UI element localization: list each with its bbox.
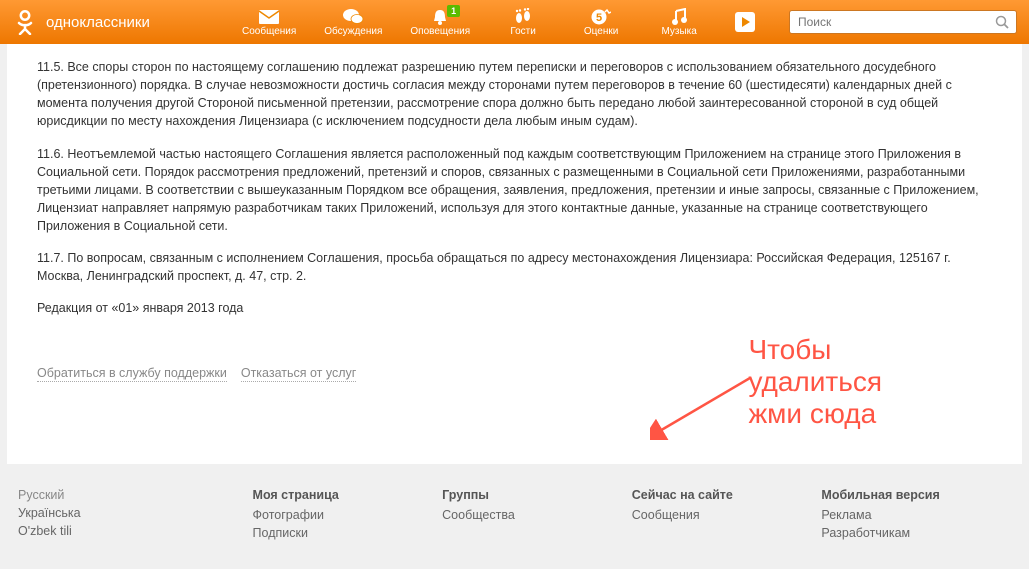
footer-messages[interactable]: Сообщения — [632, 508, 822, 522]
annotation-text: Чтобы удалиться жми сюда — [748, 334, 882, 431]
nav-ratings[interactable]: 5 Оценки — [576, 8, 626, 37]
edition-date: Редакция от «01» января 2013 года — [37, 299, 992, 317]
nav-label: Сообщения — [242, 27, 296, 37]
notification-badge: 1 — [447, 5, 460, 17]
annotation-line-1: Чтобы — [748, 334, 882, 366]
footer-ads[interactable]: Реклама — [821, 508, 1011, 522]
nav-music[interactable]: Музыка — [654, 8, 704, 37]
ok-logo-icon — [12, 9, 38, 35]
footer-online: Сейчас на сайте Сообщения — [632, 488, 822, 544]
brand[interactable]: одноклассники — [12, 9, 242, 35]
footer-heading: Мобильная версия — [821, 488, 1011, 502]
feet-icon — [512, 8, 534, 26]
lang-uzbek[interactable]: O'zbek tili — [18, 524, 253, 538]
envelope-icon — [258, 8, 280, 26]
footer-languages: Русский Українська O'zbek tili — [18, 488, 253, 544]
footer-photos[interactable]: Фотографии — [253, 508, 443, 522]
footer-communities[interactable]: Сообщества — [442, 508, 632, 522]
footer-heading: Группы — [442, 488, 632, 502]
annotation-line-3: жми сюда — [748, 398, 882, 430]
nav-discussions[interactable]: Обсуждения — [324, 8, 382, 37]
search-box — [789, 10, 1017, 34]
svg-text:5: 5 — [596, 12, 602, 24]
play-icon — [734, 13, 756, 31]
search-button[interactable] — [992, 12, 1012, 32]
search-icon — [995, 15, 1009, 29]
footer-my-page: Моя страница Фотографии Подписки — [253, 488, 443, 544]
lang-ukrainian[interactable]: Українська — [18, 506, 253, 520]
chat-icon — [342, 8, 364, 26]
nav-label: Оповещения — [410, 27, 470, 37]
footer-developers[interactable]: Разработчикам — [821, 526, 1011, 540]
brand-text: одноклассники — [46, 14, 150, 31]
search-input[interactable] — [798, 15, 992, 29]
nav-guests[interactable]: Гости — [498, 8, 548, 37]
footer-misc: Мобильная версия Реклама Разработчикам — [821, 488, 1011, 544]
cancel-services-link[interactable]: Отказаться от услуг — [241, 366, 356, 382]
content: 11.5. Все споры сторон по настоящему сог… — [7, 44, 1022, 464]
five-icon: 5 — [590, 8, 612, 26]
nav-label: Музыка — [661, 27, 696, 37]
header: одноклассники Сообщения Обсуждения 1 Опо… — [0, 0, 1029, 44]
nav-messages[interactable]: Сообщения — [242, 8, 296, 37]
paragraph-11-7: 11.7. По вопросам, связанным с исполнени… — [37, 249, 992, 285]
nav-notifications[interactable]: 1 Оповещения — [410, 8, 470, 37]
nav-label: Гости — [510, 27, 535, 37]
footer: Русский Українська O'zbek tili Моя стран… — [0, 464, 1029, 544]
contact-support-link[interactable]: Обратиться в службу поддержки — [37, 366, 227, 382]
action-links: Обратиться в службу поддержки Отказаться… — [37, 366, 992, 382]
footer-groups: Группы Сообщества — [442, 488, 632, 544]
footer-heading: Сейчас на сайте — [632, 488, 822, 502]
nav-label: Обсуждения — [324, 27, 382, 37]
paragraph-11-6: 11.6. Неотъемлемой частью настоящего Сог… — [37, 145, 992, 236]
nav-label: Оценки — [584, 27, 618, 37]
search-wrap — [789, 10, 1017, 34]
annotation-overlay: Чтобы удалиться жми сюда — [748, 334, 882, 431]
nav-play[interactable] — [732, 13, 758, 31]
lang-russian[interactable]: Русский — [18, 488, 253, 502]
main-nav: Сообщения Обсуждения 1 Оповещения Гости … — [242, 0, 758, 44]
footer-subscriptions[interactable]: Подписки — [253, 526, 443, 540]
note-icon — [668, 8, 690, 26]
footer-heading: Моя страница — [253, 488, 443, 502]
paragraph-11-5: 11.5. Все споры сторон по настоящему сог… — [37, 58, 992, 131]
